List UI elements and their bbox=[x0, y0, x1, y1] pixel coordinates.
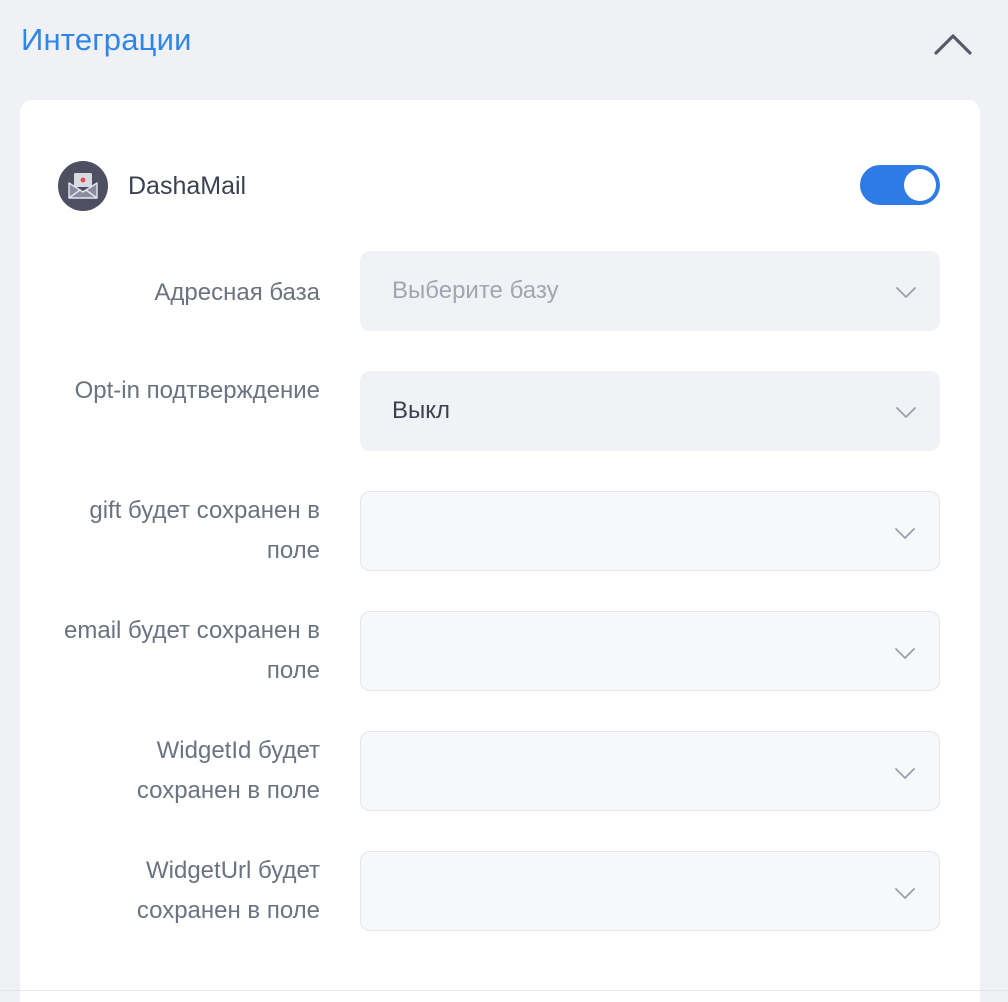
envelope-icon bbox=[68, 173, 98, 199]
integrations-card: DashaMail Адресная база Выберите базу Op… bbox=[20, 100, 980, 1002]
address-base-label: Адресная база bbox=[154, 279, 320, 306]
widgetid-field-select[interactable] bbox=[360, 731, 940, 811]
chevron-down-icon bbox=[896, 287, 916, 298]
chevron-down-icon bbox=[895, 528, 915, 539]
widgeturl-field-label: WidgetUrl будет сохранен в поле bbox=[136, 857, 320, 924]
address-base-select[interactable]: Выберите базу bbox=[360, 251, 940, 331]
integration-name: DashaMail bbox=[128, 172, 247, 200]
chevron-down-icon bbox=[895, 648, 915, 659]
email-field-select[interactable] bbox=[360, 611, 940, 691]
chevron-down-icon bbox=[895, 888, 915, 899]
integration-row-dashamail: DashaMail bbox=[58, 158, 940, 214]
integration-toggle[interactable] bbox=[860, 165, 940, 205]
widgetid-field-label: WidgetId будет сохранен в поле bbox=[136, 737, 320, 804]
integration-logo bbox=[58, 161, 108, 211]
gift-field-label: gift будет сохранен в поле bbox=[89, 497, 320, 564]
chevron-up-icon bbox=[934, 34, 972, 55]
chevron-down-icon bbox=[896, 407, 916, 418]
toggle-knob bbox=[904, 169, 936, 201]
gift-field-select[interactable] bbox=[360, 491, 940, 571]
optin-select[interactable]: Выкл bbox=[360, 371, 940, 451]
optin-value: Выкл bbox=[392, 397, 451, 424]
optin-label: Opt-in подтверждение bbox=[74, 377, 320, 404]
section-title: Интеграции bbox=[21, 22, 192, 57]
divider bbox=[0, 990, 1008, 991]
email-field-label: email будет сохранен в поле bbox=[64, 617, 320, 684]
chevron-down-icon bbox=[895, 768, 915, 779]
address-base-placeholder: Выберите базу bbox=[392, 277, 559, 304]
section-header: Интеграции bbox=[0, 0, 1008, 100]
widgeturl-field-select[interactable] bbox=[360, 851, 940, 931]
collapse-button[interactable] bbox=[930, 22, 976, 68]
